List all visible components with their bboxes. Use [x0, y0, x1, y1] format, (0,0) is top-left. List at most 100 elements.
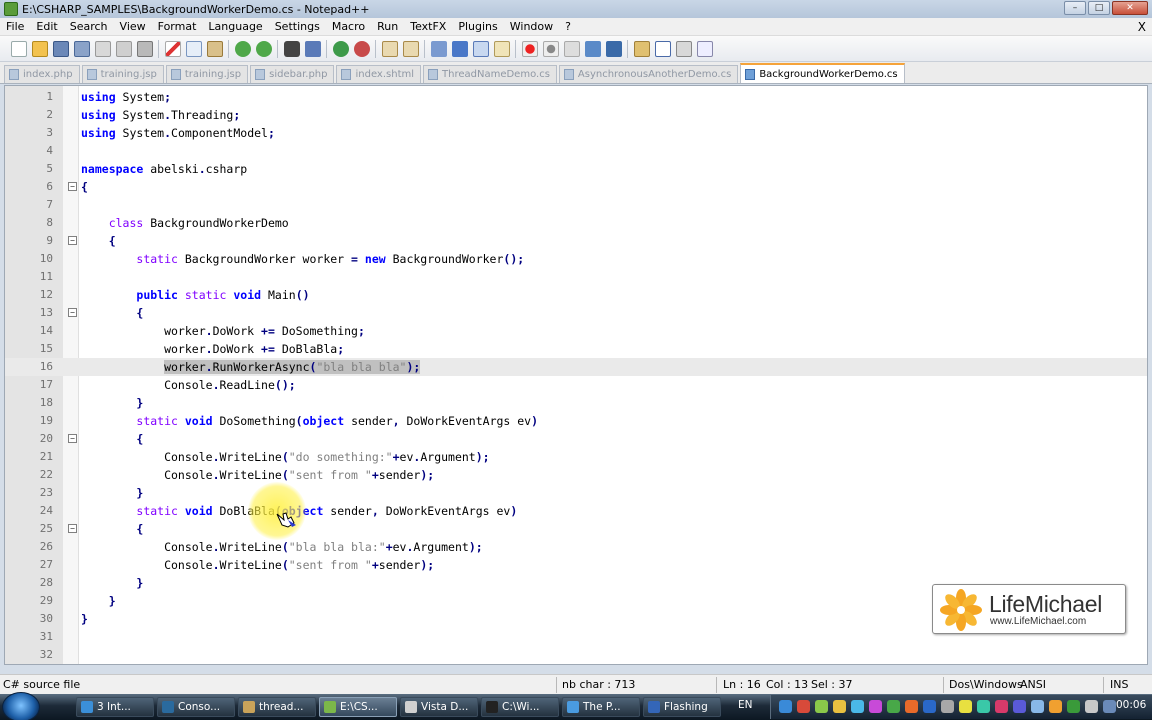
tab-training-jsp[interactable]: training.jsp [81, 65, 164, 83]
print-icon[interactable] [136, 40, 153, 57]
open-file-icon[interactable] [31, 40, 48, 57]
code-line[interactable]: 25 − { [5, 520, 1147, 538]
code-line[interactable]: 24 static void DoBlaBla(object sender, D… [5, 502, 1147, 520]
tray-app-icon[interactable] [887, 700, 900, 713]
copy-icon[interactable] [185, 40, 202, 57]
tray-app-icon[interactable] [1013, 700, 1026, 713]
code-line[interactable]: 17 Console.ReadLine(); [5, 376, 1147, 394]
tray-app-icon[interactable] [1031, 700, 1044, 713]
indent-guide-icon[interactable] [472, 40, 489, 57]
taskbar-button[interactable]: The P... [562, 697, 640, 717]
tray-app-icon[interactable] [923, 700, 936, 713]
paste-icon[interactable] [206, 40, 223, 57]
close-button[interactable]: ✕ [1112, 1, 1148, 15]
fold-toggle-icon[interactable]: − [68, 524, 77, 533]
menu-view[interactable]: View [114, 18, 152, 36]
maximize-button[interactable]: □ [1088, 1, 1110, 15]
fold-toggle-icon[interactable]: − [68, 182, 77, 191]
code-line[interactable]: 1 using System; [5, 88, 1147, 106]
code-editor[interactable]: 1 using System; 2 using System.Threading; 3 u… [4, 85, 1148, 665]
code-line[interactable]: 5 namespace abelski.csharp [5, 160, 1147, 178]
code-line[interactable]: 8 class BackgroundWorkerDemo [5, 214, 1147, 232]
plugin-explorer-icon[interactable] [675, 40, 692, 57]
code-line[interactable]: 21 Console.WriteLine("do something:"+ev.… [5, 448, 1147, 466]
tray-app-icon[interactable] [995, 700, 1008, 713]
macro-save-icon[interactable] [605, 40, 622, 57]
notepadpp-app-icon[interactable] [4, 2, 18, 16]
taskbar-button[interactable]: thread... [238, 697, 316, 717]
tray-app-icon[interactable] [815, 700, 828, 713]
redo-icon[interactable] [255, 40, 272, 57]
new-file-icon[interactable] [10, 40, 27, 57]
tab-sidebar-php[interactable]: sidebar.php [250, 65, 335, 83]
menu-run[interactable]: Run [371, 18, 404, 36]
tray-app-icon[interactable] [851, 700, 864, 713]
menu-macro[interactable]: Macro [326, 18, 371, 36]
code-line[interactable]: 10 static BackgroundWorker worker = new … [5, 250, 1147, 268]
word-wrap-icon[interactable] [430, 40, 447, 57]
menu-search[interactable]: Search [64, 18, 114, 36]
menu-format[interactable]: Format [152, 18, 203, 36]
save-icon[interactable] [52, 40, 69, 57]
tray-network-icon[interactable] [779, 700, 792, 713]
tray-app-icon[interactable] [1049, 700, 1062, 713]
minimize-button[interactable]: – [1064, 1, 1086, 15]
code-line[interactable]: 15 worker.DoWork += DoBlaBla; [5, 340, 1147, 358]
code-line[interactable]: 26 Console.WriteLine("bla bla bla:"+ev.A… [5, 538, 1147, 556]
tray-volume-icon[interactable] [1067, 700, 1080, 713]
sync-vertical-icon[interactable] [381, 40, 398, 57]
code-line[interactable]: 2 using System.Threading; [5, 106, 1147, 124]
macro-play-icon[interactable] [563, 40, 580, 57]
tab-asynchronousanotherdemo-cs[interactable]: AsynchronousAnotherDemo.cs [558, 65, 739, 83]
close-file-icon[interactable] [94, 40, 111, 57]
code-line[interactable]: 13 − { [5, 304, 1147, 322]
code-line[interactable]: 20 − { [5, 430, 1147, 448]
find-icon[interactable] [283, 40, 300, 57]
undo-icon[interactable] [234, 40, 251, 57]
tray-app-icon[interactable] [977, 700, 990, 713]
tray-security-icon[interactable] [797, 700, 810, 713]
code-line[interactable]: 6 −{ [5, 178, 1147, 196]
code-line[interactable]: 3 using System.ComponentModel; [5, 124, 1147, 142]
plugin-window-icon[interactable] [654, 40, 671, 57]
taskbar-button[interactable]: Flashing [643, 697, 721, 717]
save-all-icon[interactable] [73, 40, 90, 57]
tab-training-jsp[interactable]: training.jsp [165, 65, 249, 83]
macro-record-icon[interactable] [521, 40, 538, 57]
language-indicator[interactable]: EN [738, 699, 753, 711]
tray-app-icon[interactable] [1085, 700, 1098, 713]
cut-icon[interactable] [164, 40, 181, 57]
tray-app-icon[interactable] [905, 700, 918, 713]
code-line[interactable]: 19 static void DoSomething(object sender… [5, 412, 1147, 430]
plugin-tool-icon[interactable] [633, 40, 650, 57]
code-line[interactable]: 12 public static void Main() [5, 286, 1147, 304]
tray-app-icon[interactable] [833, 700, 846, 713]
fold-toggle-icon[interactable]: − [68, 308, 77, 317]
taskbar-button[interactable]: Vista D... [400, 697, 478, 717]
spell-check-icon[interactable] [696, 40, 713, 57]
show-all-chars-icon[interactable] [451, 40, 468, 57]
tray-app-icon[interactable] [959, 700, 972, 713]
start-button[interactable] [2, 692, 40, 720]
tray-app-icon[interactable] [941, 700, 954, 713]
menu-window[interactable]: Window [504, 18, 559, 36]
sync-horizontal-icon[interactable] [402, 40, 419, 57]
replace-icon[interactable] [304, 40, 321, 57]
fold-toggle-icon[interactable]: − [68, 434, 77, 443]
code-line[interactable]: 18 } [5, 394, 1147, 412]
fold-toggle-icon[interactable]: − [68, 236, 77, 245]
menu-edit[interactable]: Edit [30, 18, 63, 36]
code-line[interactable]: 14 worker.DoWork += DoSomething; [5, 322, 1147, 340]
code-line[interactable]: 7 [5, 196, 1147, 214]
taskbar-button[interactable]: Conso... [157, 697, 235, 717]
macro-play-multiple-icon[interactable] [584, 40, 601, 57]
tab-index-php[interactable]: index.php [4, 65, 80, 83]
zoom-out-icon[interactable] [353, 40, 370, 57]
tray-app-icon[interactable] [1103, 700, 1116, 713]
close-all-icon[interactable] [115, 40, 132, 57]
user-language-icon[interactable] [493, 40, 510, 57]
macro-stop-icon[interactable] [542, 40, 559, 57]
code-line[interactable]: 32 [5, 646, 1147, 664]
menu-plugins[interactable]: Plugins [452, 18, 503, 36]
zoom-in-icon[interactable] [332, 40, 349, 57]
